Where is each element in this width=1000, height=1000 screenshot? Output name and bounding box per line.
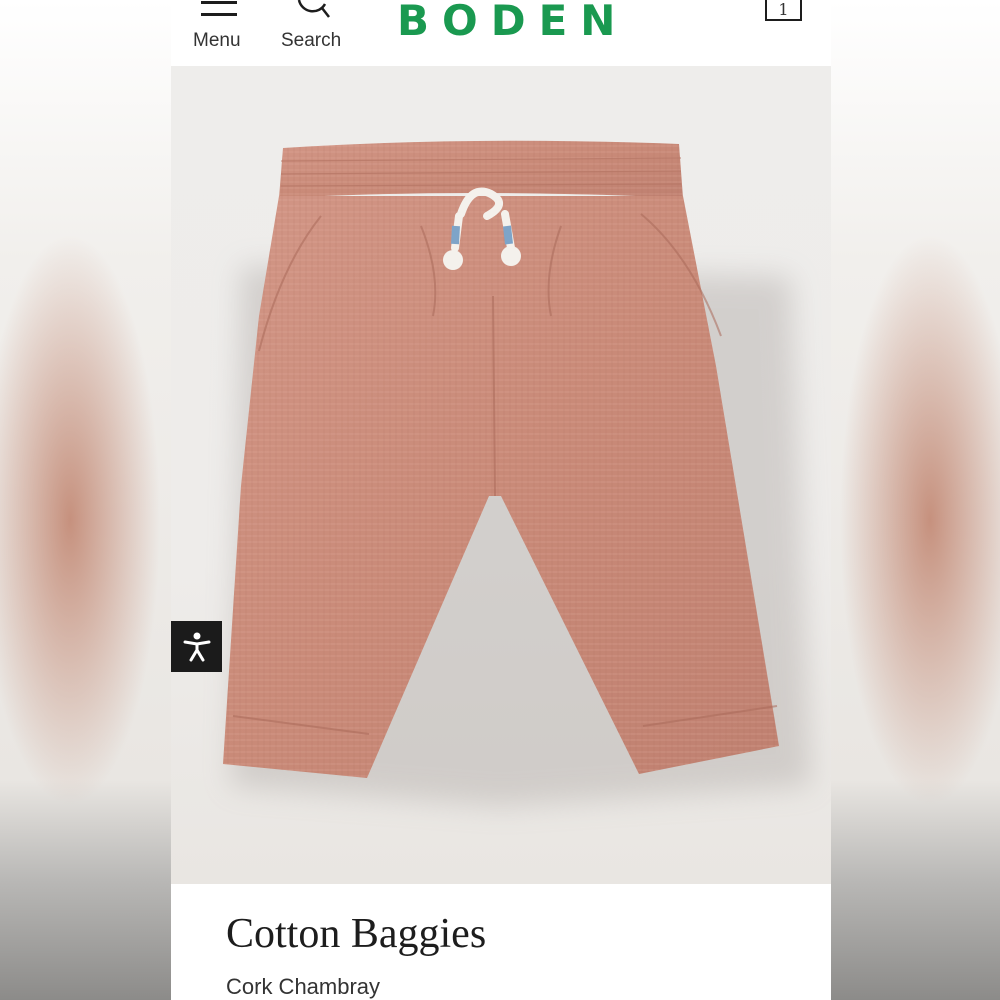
hamburger-menu-icon <box>201 1 237 16</box>
menu-label: Menu <box>193 30 241 51</box>
brand-logo[interactable]: BODEN <box>397 0 628 45</box>
search-icon <box>297 0 330 18</box>
site-header: Menu Search BODEN 1 <box>171 0 831 66</box>
shopping-bag-button[interactable]: 1 <box>765 0 803 22</box>
shorts-illustration <box>223 140 811 806</box>
product-image[interactable] <box>171 66 831 884</box>
menu-button[interactable]: Menu <box>189 0 247 60</box>
search-label: Search <box>281 30 342 51</box>
bag-count: 1 <box>778 0 789 19</box>
search-button[interactable]: Search <box>277 0 349 60</box>
product-color-name: Cork Chambray <box>226 974 381 999</box>
accessibility-icon <box>183 632 211 662</box>
accessibility-button[interactable] <box>171 621 222 672</box>
product-info: Cotton Baggies Cork Chambray <box>171 884 831 1000</box>
product-title: Cotton Baggies <box>226 911 487 957</box>
mobile-page: Menu Search BODEN 1 Cotton Baggies Cork … <box>171 0 831 1000</box>
